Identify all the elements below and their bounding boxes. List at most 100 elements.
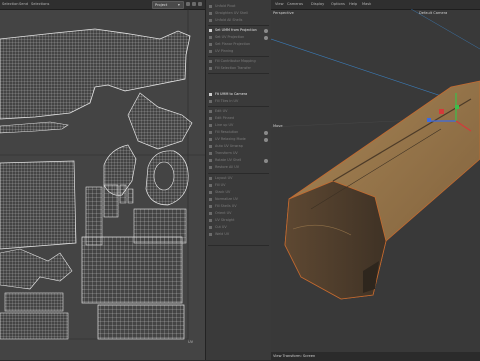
divider bbox=[208, 173, 269, 174]
tool-icon bbox=[209, 67, 212, 70]
tool-icon bbox=[209, 110, 212, 113]
viewport-status-bar: View Transform: Screen bbox=[271, 352, 480, 360]
divider bbox=[208, 73, 269, 74]
tool-item[interactable]: Edit Pinned bbox=[208, 116, 269, 121]
menu-selections[interactable]: Selections bbox=[31, 2, 49, 6]
tool-icon bbox=[209, 60, 212, 63]
tool-item[interactable]: Normalize UV bbox=[208, 197, 269, 202]
viewport-scene bbox=[271, 9, 480, 300]
tool-icon bbox=[209, 100, 212, 103]
tool-icon bbox=[209, 152, 212, 155]
tool-item[interactable]: UV Relaxing Mode bbox=[208, 137, 269, 142]
uv-shell-bottom-left[interactable] bbox=[0, 248, 73, 340]
tool-icon bbox=[209, 191, 212, 194]
uv-shell-mid-left[interactable] bbox=[0, 160, 77, 250]
tool-item[interactable]: Unfold All Shells bbox=[208, 18, 269, 23]
mode-dropdown[interactable]: Project ▾ bbox=[152, 1, 184, 9]
divider bbox=[208, 106, 269, 107]
camera-label[interactable]: Default Camera bbox=[419, 11, 447, 15]
tool-item[interactable]: Set UV Projection bbox=[208, 35, 269, 40]
info-icon[interactable] bbox=[264, 130, 268, 135]
tool-icon bbox=[209, 36, 212, 39]
tool-icon bbox=[209, 226, 212, 229]
tool-icon bbox=[209, 233, 212, 236]
move-tool-label: Move bbox=[273, 124, 283, 128]
tool-icon bbox=[209, 205, 212, 208]
tool-item[interactable]: Fill Tiles in UV bbox=[208, 99, 269, 104]
tool-icon bbox=[209, 93, 212, 96]
menu-options[interactable]: Options bbox=[331, 2, 345, 6]
info-icon[interactable] bbox=[264, 137, 268, 142]
chevron-down-icon: ▾ bbox=[178, 2, 180, 7]
tool-item[interactable]: Straighten UV Shell bbox=[208, 11, 269, 16]
uv-shell-bottom-grid[interactable] bbox=[81, 236, 185, 340]
menu-cameras[interactable]: Cameras bbox=[287, 2, 303, 6]
tool-icon bbox=[209, 212, 212, 215]
tool-item[interactable]: Edit UV bbox=[208, 109, 269, 114]
tool-icon bbox=[209, 19, 212, 22]
menu-mask[interactable]: Mask bbox=[362, 2, 371, 6]
tool-item[interactable]: UV Pinning bbox=[208, 49, 269, 54]
settings-icon[interactable] bbox=[198, 2, 202, 6]
tool-item[interactable]: Fill Resolution bbox=[208, 130, 269, 135]
tool-item[interactable]: Fill Contributor Mapping bbox=[208, 59, 269, 64]
stone-model[interactable] bbox=[284, 80, 480, 300]
info-icon[interactable] bbox=[264, 28, 268, 33]
tool-item[interactable]: Rotate UV Shell bbox=[208, 158, 269, 163]
uv-tool-panel: Unfold Pivot Straighten UV Shell Unfold … bbox=[205, 0, 272, 360]
info-icon[interactable] bbox=[264, 158, 268, 163]
menu-help[interactable]: Help bbox=[349, 2, 357, 6]
tool-item[interactable]: Transform UV bbox=[208, 151, 269, 156]
info-icon[interactable] bbox=[264, 35, 268, 40]
tool-item[interactable]: Stack UV bbox=[208, 190, 269, 195]
perspective-label[interactable]: Perspective bbox=[273, 11, 294, 15]
uv-axis-label: UV bbox=[188, 340, 194, 344]
tool-item[interactable]: Unfold Pivot bbox=[208, 4, 269, 9]
menu-view[interactable]: View bbox=[275, 2, 284, 6]
tool-item[interactable]: Restore All UV bbox=[208, 165, 269, 170]
tool-icon bbox=[209, 138, 212, 141]
tool-item[interactable]: Fill Selection Transfer bbox=[208, 66, 269, 71]
mode-dropdown-value: Project bbox=[155, 3, 168, 7]
uv-editor-panel[interactable]: Selection Send Selections Project ▾ UV bbox=[0, 0, 205, 360]
tool-item[interactable]: Line up UV bbox=[208, 123, 269, 128]
uv-shell-left-strip[interactable] bbox=[0, 121, 69, 134]
viewport-panel[interactable]: View Cameras Display Options Help Mask P… bbox=[271, 0, 480, 360]
tool-icon bbox=[209, 131, 212, 134]
tool-icon bbox=[209, 145, 212, 148]
tool-item[interactable]: Auto UV Unwrap bbox=[208, 144, 269, 149]
tool-icon bbox=[209, 12, 212, 15]
grid-icon[interactable] bbox=[186, 2, 190, 6]
tool-icon bbox=[209, 50, 212, 53]
view-transform-status: View Transform: Screen bbox=[273, 354, 316, 358]
tool-icon bbox=[209, 166, 212, 169]
uv-canvas[interactable]: UV bbox=[0, 9, 205, 360]
tool-item-set-umm[interactable]: Set UMM from Projection bbox=[208, 28, 269, 33]
tool-icon bbox=[209, 184, 212, 187]
snap-icon[interactable] bbox=[192, 2, 196, 6]
divider bbox=[208, 56, 269, 57]
tool-item[interactable]: Fill Shells UV bbox=[208, 204, 269, 209]
uv-shell-ring[interactable] bbox=[145, 150, 189, 206]
tool-icon bbox=[209, 159, 212, 162]
uv-shell-arrow[interactable] bbox=[127, 92, 193, 150]
divider bbox=[208, 245, 269, 246]
tool-icon bbox=[209, 124, 212, 127]
tool-item[interactable]: Weld UV bbox=[208, 232, 269, 237]
tool-item[interactable]: Set Planar Projection bbox=[208, 42, 269, 47]
menu-send[interactable]: Send bbox=[19, 2, 28, 6]
tool-item[interactable]: Orient UV bbox=[208, 211, 269, 216]
tool-item[interactable]: Cut UV bbox=[208, 225, 269, 230]
tool-icon bbox=[209, 177, 212, 180]
tool-icon bbox=[209, 198, 212, 201]
tool-item[interactable]: Layout UV bbox=[208, 176, 269, 181]
tool-icon bbox=[209, 117, 212, 120]
tool-icon bbox=[209, 29, 212, 32]
tool-icon bbox=[209, 5, 212, 8]
menu-selection[interactable]: Selection bbox=[2, 2, 19, 6]
menu-display[interactable]: Display bbox=[311, 2, 324, 6]
tool-item[interactable]: Fill UV bbox=[208, 183, 269, 188]
uv-shell-top[interactable] bbox=[0, 28, 191, 120]
tool-item-fit-umm[interactable]: Fit UMM to Camera bbox=[208, 92, 269, 97]
tool-item[interactable]: UV Straight bbox=[208, 218, 269, 223]
